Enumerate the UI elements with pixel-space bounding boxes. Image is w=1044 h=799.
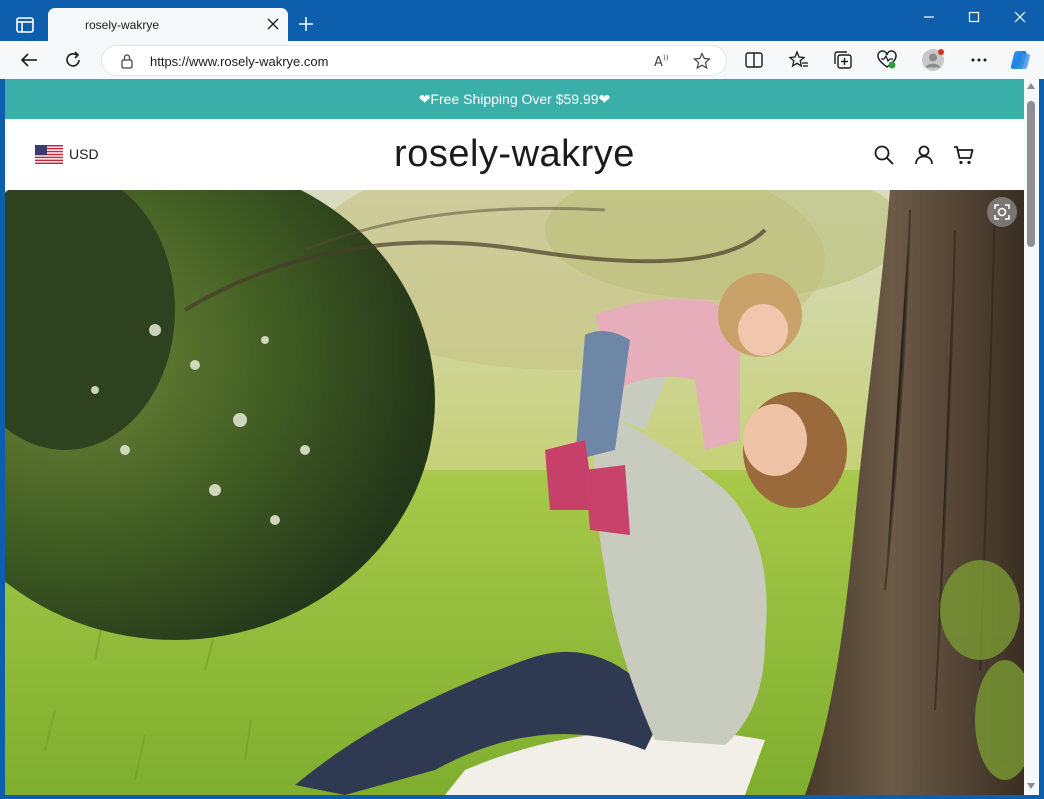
url-text[interactable]: https://www.rosely-wakrye.com [150,54,328,69]
scroll-up-arrow-icon[interactable] [1027,83,1035,89]
back-arrow-icon[interactable] [18,49,40,71]
collections-icon[interactable] [832,49,854,71]
lock-icon[interactable] [120,53,134,69]
announcement-bar[interactable]: ❤Free Shipping Over $59.99❤ [5,79,1024,119]
page-viewport: ❤Free Shipping Over $59.99❤ USD rosely-w… [5,79,1024,795]
new-tab-icon[interactable] [296,14,316,34]
close-tab-icon[interactable] [266,17,280,31]
profile-avatar[interactable] [921,48,945,72]
window-border-bottom [0,795,1044,799]
tab-title: rosely-wakrye [85,18,160,32]
star-icon[interactable] [693,52,711,70]
search-icon[interactable] [872,143,896,167]
visual-search-icon[interactable] [987,197,1017,227]
page-scrollbar[interactable] [1024,79,1039,795]
browser-toolbar: https://www.rosely-wakrye.com A )) [0,41,1044,79]
address-bar[interactable]: https://www.rosely-wakrye.com A )) [101,45,727,76]
svg-text:A: A [654,55,663,70]
title-bar: rosely-wakrye [0,0,1044,41]
close-window-icon[interactable] [1009,8,1031,26]
window-border-right [1039,79,1044,799]
site-header: USD rosely-wakrye [5,119,1024,190]
hero-banner[interactable] [5,190,1024,795]
scroll-down-arrow-icon[interactable] [1027,783,1035,789]
scrollbar-thumb[interactable] [1027,101,1035,247]
more-dots-icon[interactable] [968,49,990,71]
split-screen-icon[interactable] [743,49,765,71]
svg-text:)): )) [663,54,669,62]
account-icon[interactable] [912,143,936,167]
hero-image [5,190,1024,795]
maximize-icon[interactable] [963,8,985,26]
favorites-icon[interactable] [788,49,810,71]
copilot-icon[interactable] [1009,48,1033,72]
read-aloud-icon[interactable]: A )) [653,52,671,70]
heart-pulse-icon[interactable] [876,49,898,71]
tab-actions-icon[interactable] [14,14,36,36]
browser-tab[interactable]: rosely-wakrye [48,8,288,41]
minimize-icon[interactable] [918,8,940,26]
refresh-icon[interactable] [62,49,84,71]
cart-icon[interactable] [952,143,976,167]
